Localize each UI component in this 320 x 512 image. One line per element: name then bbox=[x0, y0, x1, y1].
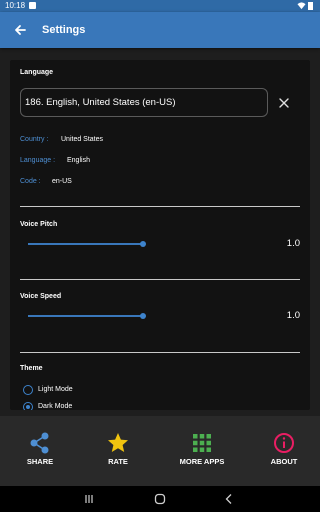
voice-speed-thumb[interactable] bbox=[140, 313, 146, 319]
voice-pitch-thumb[interactable] bbox=[140, 241, 146, 247]
code-key: Code : bbox=[20, 178, 41, 185]
app-bar: Settings bbox=[0, 12, 320, 48]
country-value: United States bbox=[61, 136, 104, 143]
rate-button[interactable]: RATE bbox=[78, 416, 158, 486]
voice-pitch-value: 1.0 bbox=[286, 238, 300, 249]
language-section-label: Language bbox=[20, 69, 54, 76]
divider bbox=[20, 206, 300, 207]
system-nav-bar bbox=[0, 486, 320, 512]
voice-pitch-track bbox=[28, 243, 143, 245]
more-apps-label: MORE APPS bbox=[179, 457, 225, 466]
back-nav-icon[interactable] bbox=[224, 493, 234, 505]
bottom-bar: SHARE RATE MORE APPS ABOUT bbox=[0, 416, 320, 486]
more-apps-button[interactable]: MORE APPS bbox=[162, 416, 242, 486]
rate-label: RATE bbox=[108, 457, 128, 466]
country-key: Country : bbox=[20, 136, 49, 143]
share-button[interactable]: SHARE bbox=[0, 416, 80, 486]
dark-mode-label: Dark Mode bbox=[38, 403, 73, 410]
language-input[interactable] bbox=[20, 88, 268, 117]
divider bbox=[20, 352, 300, 353]
clear-icon[interactable] bbox=[278, 97, 290, 109]
voice-speed-label: Voice Speed bbox=[20, 293, 62, 300]
voice-speed-slider[interactable] bbox=[28, 310, 146, 322]
about-button[interactable]: ABOUT bbox=[244, 416, 320, 486]
voice-speed-track bbox=[28, 315, 143, 317]
home-icon[interactable] bbox=[154, 493, 166, 505]
theme-label: Theme bbox=[20, 365, 43, 372]
light-mode-label: Light Mode bbox=[38, 386, 73, 393]
language-key: Language : bbox=[20, 157, 56, 164]
dark-mode-radio[interactable] bbox=[23, 402, 33, 410]
settings-card: Language Country : United States Languag… bbox=[10, 60, 310, 410]
voice-pitch-slider[interactable] bbox=[28, 238, 146, 250]
recents-icon[interactable] bbox=[84, 494, 94, 504]
grid-icon bbox=[193, 434, 211, 452]
divider bbox=[20, 279, 300, 280]
star-icon bbox=[108, 433, 128, 452]
notification-icon bbox=[29, 2, 36, 9]
info-icon bbox=[274, 433, 294, 453]
status-time: 10:18 bbox=[5, 1, 26, 10]
battery-icon bbox=[308, 2, 313, 10]
voice-pitch-label: Voice Pitch bbox=[20, 221, 58, 228]
language-value: English bbox=[67, 157, 90, 164]
about-label: ABOUT bbox=[270, 457, 298, 466]
back-arrow-icon[interactable] bbox=[12, 22, 28, 38]
status-bar: 10:18 bbox=[0, 0, 320, 12]
code-value: en-US bbox=[52, 178, 72, 185]
share-label: SHARE bbox=[26, 457, 54, 466]
voice-speed-value: 1.0 bbox=[286, 310, 300, 321]
page-title: Settings bbox=[42, 24, 86, 36]
wifi-icon bbox=[297, 2, 306, 10]
light-mode-radio[interactable] bbox=[23, 385, 33, 395]
share-icon bbox=[30, 432, 49, 454]
